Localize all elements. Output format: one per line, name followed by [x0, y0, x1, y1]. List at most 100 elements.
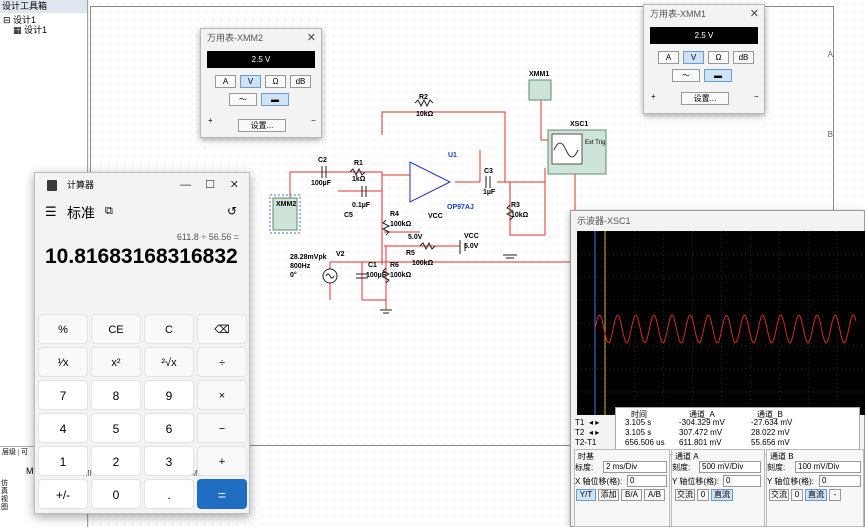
xmm2-ac-button[interactable]: ～	[229, 93, 257, 106]
xmm2-ammeter-button[interactable]: A	[215, 75, 236, 88]
close-icon[interactable]: ✕	[750, 5, 759, 23]
calculator-title-bar[interactable]: 计算器 — ☐ ✕	[35, 173, 249, 197]
channel-a-ac-button[interactable]: 交流	[675, 489, 695, 501]
ext-trig-label: Ext Trig	[585, 140, 606, 146]
xmm1-ammeter-button[interactable]: A	[658, 51, 679, 64]
cursor-t2-arrows-icon[interactable]: ◂ ▸	[589, 428, 599, 437]
oscilloscope-screen[interactable]	[576, 230, 865, 416]
menu-icon[interactable]: ☰	[45, 204, 57, 220]
key-three-button[interactable]: 3	[144, 446, 194, 476]
channel-b-zero-button[interactable]: 0	[791, 489, 803, 501]
xmm1-plus-terminal[interactable]: +	[651, 92, 656, 101]
key-backspace-button[interactable]: ⌫	[197, 314, 247, 344]
maximize-icon[interactable]: ☐	[205, 173, 215, 197]
key-eight-button[interactable]: 8	[91, 380, 141, 410]
yt-mode-button[interactable]: Y/T	[576, 489, 596, 501]
key-zero-button[interactable]: 0	[91, 479, 141, 509]
xmm1-ohmmeter-button[interactable]: Ω	[708, 51, 729, 64]
channel-a-zero-button[interactable]: 0	[697, 489, 709, 501]
xmm2-plus-terminal[interactable]: +	[208, 116, 213, 125]
key-add-button[interactable]: +	[197, 446, 247, 476]
ab-mode-button[interactable]: A/B	[644, 489, 665, 501]
key-clear-entry-button[interactable]: CE	[91, 314, 141, 344]
vcc-label-1: VCC	[428, 213, 443, 220]
channel-a-scale-label: 刻度:	[672, 463, 691, 472]
xmm1-settings-button[interactable]: 设置...	[681, 92, 729, 105]
channel-b-ypos-field[interactable]: 0	[819, 475, 861, 487]
multimeter-xmm1-window[interactable]: 万用表-XMM1 ✕ 2.5 V A V Ω dB ～ ▬ + − 设置...	[643, 4, 765, 114]
r3-value: 10kΩ	[511, 212, 529, 219]
readout-t2-time: 3.105 s	[625, 428, 652, 437]
xmm2-dc-button[interactable]: ▬	[261, 93, 289, 106]
cursor-t1-arrows-icon[interactable]: ◂ ▸	[589, 418, 599, 427]
calculator-window[interactable]: 计算器 — ☐ ✕ ☰ 标准 ⧉ ↺ 611.8 ÷ 56.56 = 10.81…	[34, 172, 250, 514]
key-multiply-button[interactable]: ×	[197, 380, 247, 410]
c3-value: 1µF	[483, 189, 496, 196]
add-mode-button[interactable]: 添加	[598, 489, 619, 501]
channel-b-ac-button[interactable]: 交流	[769, 489, 789, 501]
channel-a-scale-field[interactable]: 500 mV/Div	[699, 461, 761, 473]
oscilloscope-title-bar[interactable]: 示波器-XSC1	[571, 211, 864, 231]
xmm2-voltmeter-button[interactable]: V	[240, 75, 261, 88]
xmm2-db-button[interactable]: dB	[290, 75, 311, 88]
readout-t2-t1-label: T2-T1	[575, 438, 597, 447]
key-square-root-button[interactable]: ²√x	[144, 347, 194, 377]
history-icon[interactable]: ↺	[227, 204, 237, 218]
key-percent-button[interactable]: %	[38, 314, 88, 344]
close-icon[interactable]: ✕	[230, 173, 239, 197]
xmm2-ohmmeter-button[interactable]: Ω	[265, 75, 286, 88]
r4-value: 100kΩ	[390, 221, 412, 228]
xmm1-title-bar[interactable]: 万用表-XMM1 ✕	[644, 5, 764, 23]
readout-t2-b: 28.022 mV	[751, 428, 790, 437]
close-icon[interactable]: ✕	[307, 29, 316, 47]
oscilloscope-window[interactable]: 示波器-XSC1 时间 通道_A 通道_B T1 3.105 s -304.329 …	[570, 210, 865, 527]
key-seven-button[interactable]: 7	[38, 380, 88, 410]
key-five-button[interactable]: 5	[91, 413, 141, 443]
timebase-scale-label: 标度:	[575, 463, 594, 472]
readout-t2-t1-b: 55.656 mV	[751, 438, 790, 447]
channel-a-ypos-field[interactable]: 0	[723, 475, 761, 487]
key-square-button[interactable]: x²	[91, 347, 141, 377]
v2-frequency: 800Hz	[290, 263, 311, 270]
xmm1-minus-terminal[interactable]: −	[754, 92, 759, 101]
xmm2-minus-terminal[interactable]: −	[311, 116, 316, 125]
key-equals-button[interactable]: =	[197, 479, 247, 509]
minimize-icon[interactable]: —	[180, 173, 191, 197]
key-two-button[interactable]: 2	[91, 446, 141, 476]
multimeter-xmm2-window[interactable]: 万用表-XMM2 ✕ 2.5 V A V Ω dB ～ ▬ + − 设置...	[200, 28, 322, 138]
channel-b-scale-field[interactable]: 100 mV/Div	[795, 461, 861, 473]
calculator-mode: 标准	[67, 205, 95, 221]
key-decimal-button[interactable]: .	[144, 479, 194, 509]
key-subtract-button[interactable]: −	[197, 413, 247, 443]
channel-b-dc-button[interactable]: 直流	[805, 489, 827, 501]
xmm1-symbol-label: XMM1	[529, 71, 550, 78]
key-one-button[interactable]: 1	[38, 446, 88, 476]
xmm1-voltmeter-button[interactable]: V	[683, 51, 704, 64]
key-clear-button[interactable]: C	[144, 314, 194, 344]
x-position-field[interactable]: 0	[627, 475, 667, 487]
ba-mode-button[interactable]: B/A	[621, 489, 642, 501]
v2-phase: 0°	[290, 272, 297, 279]
key-reciprocal-button[interactable]: ¹⁄x	[38, 347, 88, 377]
key-nine-button[interactable]: 9	[144, 380, 194, 410]
key-four-button[interactable]: 4	[38, 413, 88, 443]
xmm1-dc-button[interactable]: ▬	[704, 69, 732, 82]
xmm1-db-button[interactable]: dB	[733, 51, 754, 64]
c3-label: C3	[484, 168, 493, 175]
key-six-button[interactable]: 6	[144, 413, 194, 443]
timebase-scale-field[interactable]: 2 ms/Div	[603, 461, 667, 473]
v2-label: V2	[336, 251, 345, 258]
xmm2-title-bar[interactable]: 万用表-XMM2 ✕	[201, 29, 321, 47]
keep-on-top-icon[interactable]: ⧉	[105, 205, 113, 218]
channel-b-minus-button[interactable]: -	[829, 489, 841, 501]
xmm1-ac-button[interactable]: ～	[672, 69, 700, 82]
vcc-value-2: 5.0V	[464, 243, 479, 250]
calculator-result: 10.81683168316832	[45, 245, 238, 268]
readout-t1-label: T1	[575, 418, 585, 427]
key-divide-button[interactable]: ÷	[197, 347, 247, 377]
key-negate-button[interactable]: +/-	[38, 479, 88, 509]
readout-t2-label: T2	[575, 428, 585, 437]
channel-a-dc-button[interactable]: 直流	[711, 489, 733, 501]
r6-value: 100kΩ	[390, 272, 412, 279]
xmm2-settings-button[interactable]: 设置...	[238, 119, 286, 132]
